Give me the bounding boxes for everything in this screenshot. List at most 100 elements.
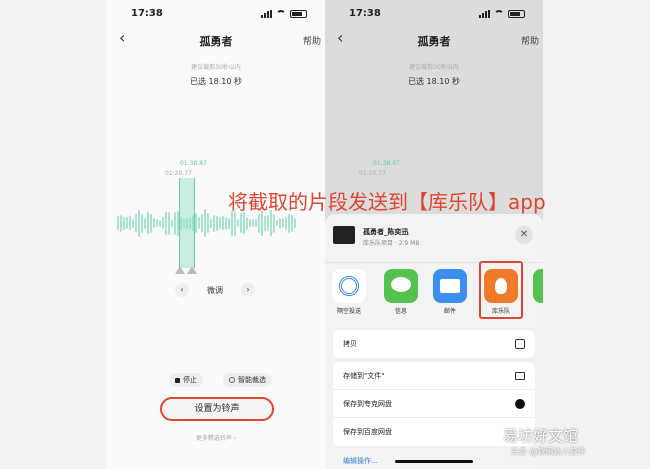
waveform-bar: [210, 218, 212, 228]
status-icons: [261, 10, 307, 18]
share-app-label: 隔空投送: [336, 308, 361, 315]
stop-button[interactable]: 停止: [169, 373, 203, 387]
waveform-bar: [276, 220, 278, 226]
status-bar: 17:38: [107, 8, 325, 22]
airdrop-icon: [332, 269, 366, 303]
trim-hint: 建议裁剪30秒以内: [191, 64, 241, 71]
close-icon[interactable]: ✕: [515, 226, 533, 244]
trim-hint: 建议裁剪30秒以内: [409, 64, 459, 71]
selection-start-time: 01:20.77: [359, 170, 386, 177]
action-copy[interactable]: 拷贝: [333, 330, 535, 358]
battery-icon: [508, 10, 525, 18]
waveform-bar: [264, 215, 266, 231]
waveform-bar: [258, 213, 260, 233]
waveform-bar: [135, 214, 137, 232]
selection-range[interactable]: [179, 178, 195, 268]
share-app-messages[interactable]: 信息: [381, 269, 421, 315]
waveform-bar: [198, 217, 200, 229]
share-app-airdrop[interactable]: 隔空投送: [329, 269, 369, 315]
waveform-bar: [153, 218, 155, 228]
waveform-bar: [288, 213, 290, 233]
waveform-bar: [279, 217, 281, 229]
smart-icon: [229, 377, 235, 383]
copy-icon: [515, 339, 525, 349]
status-time: 17:38: [349, 8, 381, 19]
waveform-bar: [252, 219, 254, 227]
help-button[interactable]: 帮助: [303, 34, 321, 47]
stop-label: 停止: [183, 376, 197, 384]
file-name: 孤勇者_陈奕迅: [363, 228, 409, 236]
waveform-bar: [204, 209, 206, 237]
waveform-bar: [195, 213, 197, 233]
signal-icon: [261, 10, 272, 18]
status-bar: 17:38: [325, 8, 543, 22]
waveform-bar: [132, 218, 134, 228]
action-label: 存储到"文件": [343, 372, 385, 380]
waveform-bar: [213, 214, 215, 232]
waveform-bar: [123, 216, 125, 230]
signal-icon: [479, 10, 490, 18]
smart-trim-button[interactable]: 智能裁选: [223, 373, 272, 387]
waveform-bar: [237, 219, 239, 227]
waveform-bar: [243, 212, 245, 234]
nav-bar: ‹ 孤勇者 帮助: [107, 30, 325, 49]
right-phone-screen: 17:38 ‹ 孤勇者 帮助 建议裁剪30秒以内 已选 18.10 秒 01:3…: [325, 0, 543, 469]
action-save-to-quark[interactable]: 保存到夸克网盘: [333, 390, 535, 418]
waveform-bar: [267, 215, 269, 231]
left-phone-screen: 17:38 ‹ 孤勇者 帮助 建议裁剪30秒以内 已选 18.10 秒 01:3…: [107, 0, 325, 469]
waveform-bar: [144, 217, 146, 229]
waveform-bar: [141, 213, 143, 233]
waveform-bar: [174, 211, 176, 235]
page-title: 孤勇者: [417, 35, 451, 48]
waveform-bar: [147, 212, 149, 234]
page-title: 孤勇者: [199, 35, 233, 48]
action-save-to-files[interactable]: 存储到"文件": [333, 362, 535, 390]
app-icon: [533, 269, 543, 303]
waveform-bar: [138, 209, 140, 237]
finetune-next-button[interactable]: ›: [241, 283, 255, 297]
waveform-bar: [285, 216, 287, 230]
home-indicator: [395, 460, 473, 463]
action-label: 拷贝: [343, 340, 357, 348]
mail-icon: [433, 269, 467, 303]
waveform-bar: [222, 216, 224, 230]
finetune-control: ‹ 微调 ›: [175, 282, 255, 298]
help-button[interactable]: 帮助: [521, 34, 539, 47]
waveform-bar: [207, 213, 209, 233]
waveform-bar: [282, 218, 284, 228]
battery-icon: [290, 10, 307, 18]
more-ringtones-link[interactable]: 更多精选铃声 ›: [107, 433, 325, 442]
tutorial-caption: 将截取的片段发送到【库乐队】app: [228, 190, 546, 214]
waveform-bar: [129, 216, 131, 230]
waveform-bar: [201, 214, 203, 232]
waveform-bar: [294, 218, 296, 228]
waveform-bar: [246, 216, 248, 230]
shared-file-header: 孤勇者_陈奕迅 库乐队项目 · 2.9 MB ✕: [333, 224, 535, 248]
nav-bar: ‹ 孤勇者 帮助: [325, 30, 543, 49]
watermark-main: 易坊好文馆: [503, 427, 579, 445]
waveform-bar: [249, 219, 251, 227]
selection-start-time: 01:20.77: [165, 170, 192, 177]
edit-actions-link[interactable]: 编辑操作...: [343, 456, 378, 466]
waveform-bar: [216, 215, 218, 231]
stop-icon: [175, 377, 180, 383]
waveform-bar: [159, 219, 161, 227]
quark-icon: [515, 399, 525, 409]
waveform-bar: [162, 217, 164, 229]
set-ringtone-button[interactable]: 设置为铃声: [160, 397, 274, 421]
share-app-label: 信息: [394, 308, 407, 315]
waveform-bar: [219, 217, 221, 229]
file-thumbnail: [333, 226, 355, 244]
share-app-more[interactable]: [533, 269, 543, 303]
waveform-bar: [150, 213, 152, 233]
file-meta: 库乐队项目 · 2.9 MB: [363, 240, 420, 247]
waveform-bar: [255, 219, 257, 227]
waveform-bar: [171, 219, 173, 227]
finetune-prev-button[interactable]: ‹: [175, 283, 189, 297]
finetune-label: 微调: [207, 285, 223, 295]
waveform-bar: [168, 211, 170, 235]
share-app-mail[interactable]: 邮件: [430, 269, 470, 315]
action-label: 保存到夸克网盘: [343, 400, 392, 408]
left-trim-handle[interactable]: [175, 266, 185, 274]
right-trim-handle[interactable]: [187, 266, 197, 274]
